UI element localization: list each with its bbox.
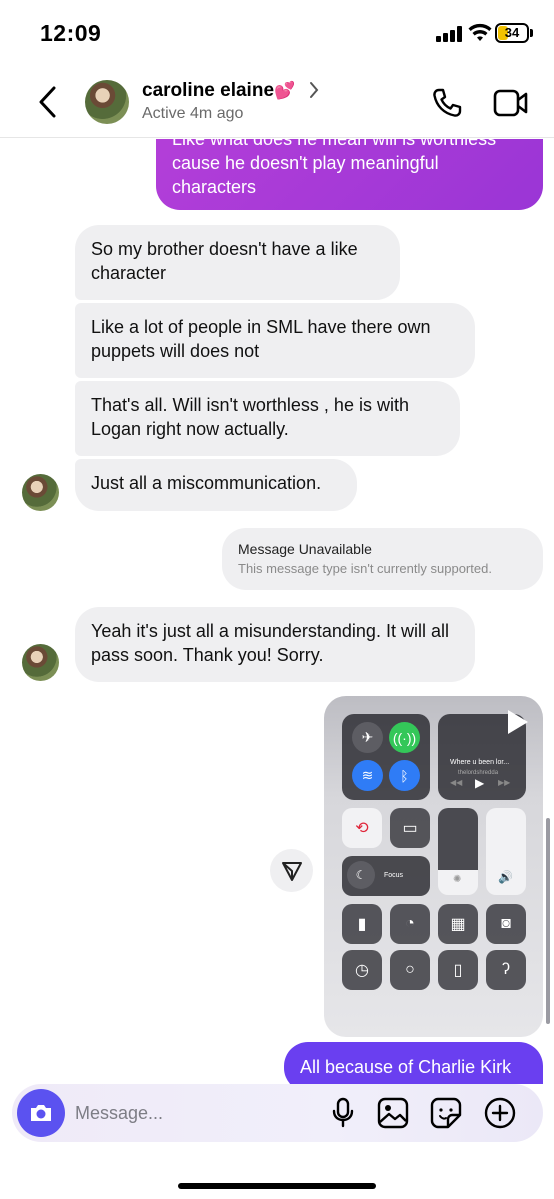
play-overlay-icon <box>508 710 528 734</box>
phone-icon[interactable] <box>430 86 464 120</box>
avatar[interactable] <box>22 644 59 681</box>
record-icon: ○ <box>390 950 430 990</box>
unavailable-message: Message Unavailable This message type is… <box>222 528 543 590</box>
remote-icon: ▯ <box>438 950 478 990</box>
chat-header: caroline elaine💕 Active 4m ago <box>0 66 554 138</box>
timer-icon: ◔ <box>390 904 430 944</box>
forward-icon: ▶▶ <box>498 778 511 787</box>
outgoing-message[interactable]: All because of Charlie Kirk <box>284 1042 543 1084</box>
stopwatch-icon: ◷ <box>342 950 382 990</box>
flashlight-icon: ▮ <box>342 904 382 944</box>
contact-info[interactable]: caroline elaine💕 Active 4m ago <box>142 80 295 123</box>
microphone-icon[interactable] <box>330 1097 356 1129</box>
video-icon[interactable] <box>493 88 529 118</box>
message-composer <box>12 1084 543 1142</box>
plus-icon[interactable] <box>484 1097 516 1129</box>
back-icon[interactable] <box>34 84 62 120</box>
name-emoji: 💕 <box>274 81 296 100</box>
focus-label: Focus <box>384 872 404 879</box>
status-time: 12:09 <box>40 20 102 46</box>
music-title: Where u been lor... <box>450 759 510 766</box>
chevron-right-icon[interactable] <box>308 80 320 100</box>
incoming-message[interactable]: Yeah it's just all a misunderstanding. I… <box>75 607 475 682</box>
camera-button[interactable] <box>17 1089 65 1137</box>
incoming-message[interactable]: That's all. Will isn't worthless , he is… <box>75 381 460 456</box>
unavailable-subtitle: This message type isn't currently suppor… <box>238 561 492 576</box>
incoming-message[interactable]: Like a lot of people in SML have there o… <box>75 303 475 378</box>
scrollbar[interactable] <box>546 818 550 1024</box>
moon-icon: ☾ <box>347 861 375 889</box>
volume-slider: 🔊 <box>486 808 526 895</box>
avatar[interactable] <box>22 474 59 511</box>
hearing-icon: ʔ <box>486 950 526 990</box>
rewind-icon: ◀◀ <box>450 778 463 787</box>
battery-icon: 34 <box>495 23 529 43</box>
connectivity-panel: ✈ ((·)) ≋ ᛒ <box>342 714 430 800</box>
airplane-icon: ✈ <box>352 722 383 753</box>
unavailable-title: Message Unavailable <box>238 541 372 557</box>
play-icon: ▶ <box>475 776 485 790</box>
contact-name: caroline elaine <box>142 80 275 101</box>
wifi-icon: ≋ <box>352 760 383 791</box>
wifi-icon <box>468 23 492 41</box>
home-indicator[interactable] <box>178 1183 376 1189</box>
bluetooth-icon: ᛒ <box>389 760 420 791</box>
status-bar: 12:09 34 <box>0 0 554 66</box>
message-input[interactable] <box>75 1098 315 1128</box>
brightness-slider: ✺ <box>438 808 478 895</box>
share-icon <box>281 861 302 881</box>
incoming-message[interactable]: So my brother doesn't have a like charac… <box>75 225 400 300</box>
message-list[interactable]: Like what does he mean will is worthless… <box>0 139 554 1084</box>
focus-panel: ☾ Focus <box>342 856 430 896</box>
screen-mirror-icon: ▭ <box>390 808 430 848</box>
image-attachment[interactable]: ✈ ((·)) ≋ ᛒ Where u been lor... thelords… <box>324 696 543 1037</box>
cellular-icon: ((·)) <box>389 722 420 753</box>
share-button[interactable] <box>270 849 313 892</box>
battery-level: 34 <box>504 25 520 40</box>
signal-icon <box>436 26 462 42</box>
outgoing-message[interactable]: Like what does he mean will is worthless… <box>156 139 543 210</box>
rotation-lock-icon: ⟲ <box>342 808 382 848</box>
gallery-icon[interactable] <box>377 1097 409 1129</box>
avatar[interactable] <box>85 80 129 124</box>
calculator-icon: ▦ <box>438 904 478 944</box>
camera-icon: ◙ <box>486 904 526 944</box>
camera-icon <box>31 1105 51 1121</box>
incoming-message[interactable]: Just all a miscommunication. <box>75 459 357 511</box>
battery-nub <box>530 29 533 37</box>
active-status: Active 4m ago <box>142 105 244 122</box>
sticker-icon[interactable] <box>430 1097 462 1129</box>
